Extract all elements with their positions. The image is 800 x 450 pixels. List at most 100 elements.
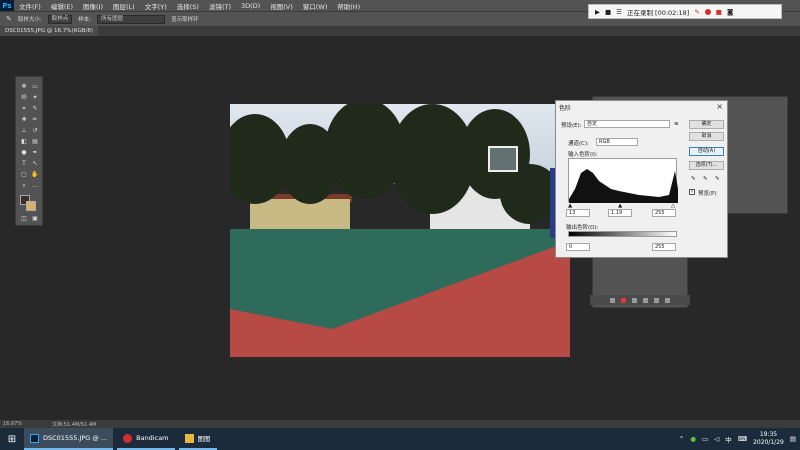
menu-3d[interactable]: 3D(D) (236, 2, 265, 10)
output-gradient-bar[interactable] (568, 231, 677, 237)
camera-icon[interactable]: ◙ (727, 8, 733, 16)
trash-icon[interactable] (665, 297, 670, 303)
brush-tool-icon[interactable]: ✏ (31, 116, 39, 123)
stop-icon[interactable]: ■ (605, 8, 611, 16)
black-eyedropper-icon[interactable]: ✎ (691, 176, 696, 182)
stop-record-icon[interactable]: ■ (716, 8, 722, 16)
move-tool-icon[interactable]: ✥ (20, 83, 28, 90)
volume-icon[interactable]: ◁ (714, 435, 719, 443)
close-icon[interactable]: × (716, 102, 723, 111)
more-tools-icon[interactable]: … (31, 182, 39, 189)
photo-court (230, 229, 570, 357)
network-icon[interactable]: ▭ (702, 435, 708, 443)
preset-options-icon[interactable]: ≡ (674, 121, 679, 127)
healing-tool-icon[interactable]: ✚ (20, 116, 28, 123)
link-icon[interactable] (610, 297, 615, 303)
white-eyedropper-icon[interactable]: ✎ (715, 176, 720, 182)
taskbar-item-bandicam[interactable]: Bandicam (117, 428, 175, 450)
layers-footer (590, 295, 690, 305)
sample-size-select[interactable]: 取样点 (47, 14, 73, 24)
record-icon[interactable] (704, 8, 711, 15)
fx-icon[interactable] (621, 297, 626, 303)
quick-mask-icon[interactable]: ◫ (20, 215, 28, 222)
ok-button[interactable]: 确定 (689, 120, 724, 129)
photo-building (250, 199, 350, 229)
recording-bar: ▶ ■ ☰ 正在录制 [00:02:18] ✎ ■ ◙ (588, 4, 782, 19)
mask-icon[interactable] (632, 297, 637, 303)
options-button[interactable]: 选项(T)... (689, 161, 724, 170)
zoom-tool-icon[interactable]: ⌕ (20, 182, 28, 189)
output-levels-label: 输出色阶(O): (566, 225, 599, 231)
pause-icon[interactable]: ▶ (595, 8, 600, 16)
menu-layer[interactable]: 图层(L) (108, 1, 140, 11)
clock[interactable]: 19:35 2020/1/29 (753, 431, 784, 447)
shape-tool-icon[interactable]: ▢ (20, 171, 28, 178)
wechat-icon[interactable]: ● (690, 435, 696, 443)
eyedropper-icon[interactable]: ✎ (6, 15, 12, 23)
menu-image[interactable]: 图像(I) (78, 1, 108, 11)
input-black-field[interactable]: 13 (566, 209, 590, 217)
eraser-tool-icon[interactable]: ◧ (20, 138, 28, 145)
background-color-swatch[interactable] (26, 201, 36, 211)
ime-indicator[interactable]: 中 (725, 434, 732, 444)
menu-type[interactable]: 文字(Y) (140, 1, 172, 11)
photoshop-logo: Ps (0, 0, 14, 11)
document-tab[interactable]: DSC01555.JPG @ 16.7%(RGB/8) (0, 26, 98, 36)
menu-edit[interactable]: 编辑(E) (46, 1, 78, 11)
taskbar-item-photoshop[interactable]: DSC01555.JPG @ ... (24, 428, 114, 450)
histogram[interactable] (568, 158, 678, 203)
photoshop-window: Ps 文件(F) 编辑(E) 图像(I) 图层(L) 文字(Y) 选择(S) 滤… (0, 0, 800, 450)
hand-tool-icon[interactable]: ✋ (31, 171, 39, 178)
taskbar-item-folder[interactable]: 图图 (178, 428, 217, 450)
pen-icon[interactable]: ✎ (694, 8, 699, 16)
path-select-icon[interactable]: ↖ (31, 160, 39, 167)
stamp-tool-icon[interactable]: ⊥ (20, 127, 28, 134)
notification-icon[interactable]: ▤ (790, 435, 796, 443)
input-gamma-field[interactable]: 1.19 (608, 209, 632, 217)
magic-wand-icon[interactable]: ✦ (31, 94, 39, 101)
channel-select[interactable]: RGB (596, 138, 638, 146)
gradient-tool-icon[interactable]: ▤ (31, 138, 39, 145)
output-black-field[interactable]: 0 (566, 243, 590, 251)
sample-label: 样本: (78, 17, 92, 23)
screen-mode-icon[interactable]: ▣ (31, 215, 39, 222)
clock-time: 19:35 (759, 431, 778, 438)
input-white-field[interactable]: 255 (652, 209, 676, 217)
lasso-tool-icon[interactable]: ᘚ (20, 94, 28, 101)
sample-size-label: 取样大小: (17, 17, 42, 23)
menu-window[interactable]: 窗口(W) (298, 1, 333, 11)
zoom-level[interactable]: 16.67% (3, 421, 22, 427)
photo-backboard (488, 146, 518, 172)
menu-select[interactable]: 选择(S) (172, 1, 204, 11)
sample-select[interactable]: 所有图层 (97, 14, 166, 24)
dodge-tool-icon[interactable]: ● (20, 149, 28, 156)
pen-tool-icon[interactable]: ✒ (31, 149, 39, 156)
document-tab-bar: DSC01555.JPG @ 16.7%(RGB/8) (0, 26, 800, 36)
cancel-button[interactable]: 取消 (689, 132, 724, 141)
menu-filter[interactable]: 滤镜(T) (204, 1, 236, 11)
show-ring-checkbox[interactable]: 显示取样环 (171, 15, 199, 23)
output-white-field[interactable]: 255 (652, 243, 676, 251)
crop-tool-icon[interactable]: ⌗ (20, 105, 28, 112)
status-bar: 16.67% 文档:51.4M/51.4M (0, 420, 800, 428)
menu-view[interactable]: 视图(V) (265, 1, 298, 11)
chevron-up-icon[interactable]: ⌃ (679, 435, 684, 443)
taskbar-label: DSC01555.JPG @ ... (43, 434, 108, 442)
menu-file[interactable]: 文件(F) (14, 1, 46, 11)
keyboard-icon[interactable]: ⌨ (738, 435, 747, 443)
image-canvas[interactable] (230, 104, 570, 357)
preview-checkbox[interactable]: ✓ (689, 189, 695, 195)
levels-dialog: 色阶 × 预设(E): 自定 ≡ 通道(C): RGB 输入色阶(I): ▲ ▲… (555, 100, 728, 258)
gray-eyedropper-icon[interactable]: ✎ (703, 176, 708, 182)
auto-button[interactable]: 自动(A) (689, 147, 724, 156)
windows-start-icon[interactable]: ⊞ (0, 428, 24, 450)
marquee-tool-icon[interactable]: ▭ (31, 83, 39, 90)
menu-icon[interactable]: ☰ (616, 8, 622, 16)
new-group-icon[interactable] (643, 297, 648, 303)
preset-select[interactable]: 自定 (584, 120, 670, 128)
history-brush-icon[interactable]: ↺ (31, 127, 39, 134)
eyedropper-tool-icon[interactable]: ✎ (31, 105, 39, 112)
type-tool-icon[interactable]: T (20, 160, 28, 167)
menu-help[interactable]: 帮助(H) (332, 1, 365, 11)
new-layer-icon[interactable] (654, 297, 659, 303)
